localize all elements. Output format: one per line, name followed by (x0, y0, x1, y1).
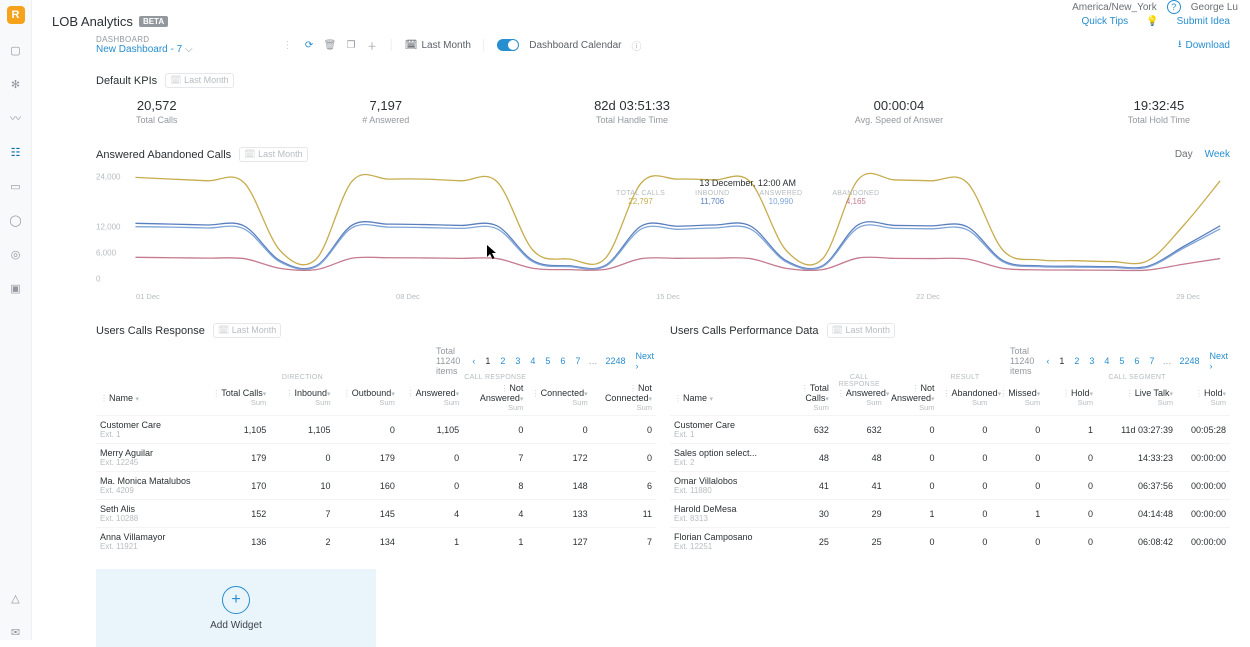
table-row[interactable]: Florian CamposanoExt. 122512525000006:08… (670, 528, 1230, 556)
ucr-prev[interactable]: ‹ (470, 356, 477, 366)
page-title: LOB Analytics BETA (52, 14, 168, 29)
tab-week[interactable]: Week (1205, 149, 1230, 160)
ucr-period-chip[interactable]: 🗓 Last Month (213, 323, 281, 338)
submit-idea-link[interactable]: Submit Idea (1177, 16, 1230, 27)
nav-mail-icon[interactable]: ✉ (8, 624, 24, 640)
add-icon[interactable]: ＋ (366, 39, 379, 52)
dashboard-name[interactable]: New Dashboard - 7 ⌵ (96, 44, 193, 55)
beta-badge: BETA (139, 16, 168, 27)
chart-tooltip: 13 December, 12:00 AM TOTAL CALLS22,797I… (616, 178, 879, 206)
refresh-icon[interactable]: ⟳ (303, 39, 316, 52)
add-widget-label: Add Widget (210, 620, 262, 631)
calendar-toggle-label: Dashboard Calendar (529, 40, 621, 51)
left-nav-rail: R ▢ ✻ 〰 ☷ ▭ ◯ ◎ ▣ △ ✉ (0, 0, 32, 640)
help-icon[interactable]: ? (1167, 0, 1181, 14)
idea-icon: 💡 (1146, 16, 1158, 27)
title-bar: LOB Analytics BETA Quick Tips 💡 Submit I… (32, 14, 1250, 29)
kpi-card: 20,572Total Calls (136, 98, 178, 125)
add-widget-card[interactable]: + Add Widget (96, 569, 376, 647)
kpi-row: 20,572Total Calls 7,197# Answered 82d 03:5… (96, 94, 1230, 139)
timezone-label[interactable]: America/New_York (1072, 2, 1157, 13)
kpi-card: 19:32:45Total Hold Time (1128, 98, 1190, 125)
kpi-section-title: Default KPIs (96, 75, 157, 87)
ucp-next[interactable]: Next › (1207, 351, 1230, 371)
nav-settings-icon[interactable]: ✻ (8, 76, 24, 92)
tab-day[interactable]: Day (1175, 149, 1193, 160)
nav-bell-icon[interactable]: △ (8, 590, 24, 606)
table-row[interactable]: Merry AguilarExt. 122451790179071720 (96, 444, 656, 472)
quick-tips-link[interactable]: Quick Tips (1081, 16, 1128, 27)
dashboard-bar: DASHBOARD New Dashboard - 7 ⌵ ⋮ ⟳ 🗑 ❐ ＋ … (32, 29, 1250, 59)
table-row[interactable]: Seth AlisExt. 1028815271454413311 (96, 500, 656, 528)
kpi-period-chip[interactable]: 🗓 Last Month (165, 73, 233, 88)
kpi-card: 7,197# Answered (362, 98, 409, 125)
download-link[interactable]: ⭳ Download (1178, 37, 1230, 54)
ucp-period-chip[interactable]: 🗓 Last Month (827, 323, 895, 338)
nav-lob-icon[interactable]: ☷ (8, 144, 24, 160)
calls-chart[interactable]: 24,000 12,000 6,000 0 13 December, 12:00… (96, 168, 1230, 286)
ucr-pager: Total 11240 items ‹ 1 2 3 4 5 6 7 … 2248… (96, 344, 656, 380)
copy-icon[interactable]: ❐ (345, 39, 358, 52)
app-logo[interactable]: R (7, 6, 25, 24)
top-bar: America/New_York ? George Lu (32, 0, 1250, 14)
table-row[interactable]: Ma. Monica MatalubosExt. 420917010160081… (96, 472, 656, 500)
table-row[interactable]: Customer CareExt. 11,1051,10501,105000 (96, 416, 656, 444)
chart-title: Answered Abandoned Calls (96, 149, 231, 161)
breadcrumb-label: DASHBOARD (96, 35, 193, 44)
plus-icon: + (222, 586, 250, 614)
info-icon[interactable]: ⓘ (632, 38, 642, 53)
ucp-title: Users Calls Performance Data (670, 325, 819, 337)
user-name[interactable]: George Lu (1191, 2, 1238, 13)
nav-users-icon[interactable]: ◯ (8, 212, 24, 228)
ucr-table: ⋮Name ▾ ⋮Total Calls▾Sum DIRECTION⋮Inbou… (96, 380, 656, 555)
ucp-table: ⋮Name ▾ ⋮Total Calls▾Sum CALL RESPONSE⋮A… (670, 380, 1230, 555)
nav-video-icon[interactable]: ▭ (8, 178, 24, 194)
calendar-toggle[interactable] (497, 39, 519, 51)
table-row[interactable]: Omar VillalobosExt. 118804141000006:37:5… (670, 472, 1230, 500)
ucr-next[interactable]: Next › (633, 351, 656, 371)
ucr-title: Users Calls Response (96, 325, 205, 337)
download-icon: ⭳ (1178, 37, 1182, 54)
nav-analytics-icon[interactable]: 〰 (8, 110, 24, 126)
delete-icon[interactable]: 🗑 (324, 39, 337, 52)
table-row[interactable]: Harold DeMesaExt. 83133029101004:14:4800… (670, 500, 1230, 528)
ucp-prev[interactable]: ‹ (1044, 356, 1051, 366)
table-row[interactable]: Sales option select...Ext. 24848000014:3… (670, 444, 1230, 472)
nav-folder-icon[interactable]: ▣ (8, 280, 24, 296)
kpi-card: 00:00:04Avg. Speed of Answer (855, 98, 943, 125)
table-row[interactable]: Anna VillamayorExt. 119211362134111277 (96, 528, 656, 556)
period-picker[interactable]: 🗓 Last Month (405, 40, 471, 51)
kpi-card: 82d 03:51:33Total Handle Time (594, 98, 670, 125)
nav-dashboard-icon[interactable]: ▢ (8, 42, 24, 58)
nav-globe-icon[interactable]: ◎ (8, 246, 24, 262)
table-row[interactable]: Customer CareExt. 1632632000111d 03:27:3… (670, 416, 1230, 444)
chart-period-chip[interactable]: 🗓 Last Month (239, 147, 307, 162)
calendar-icon: 🗓 (405, 40, 418, 51)
